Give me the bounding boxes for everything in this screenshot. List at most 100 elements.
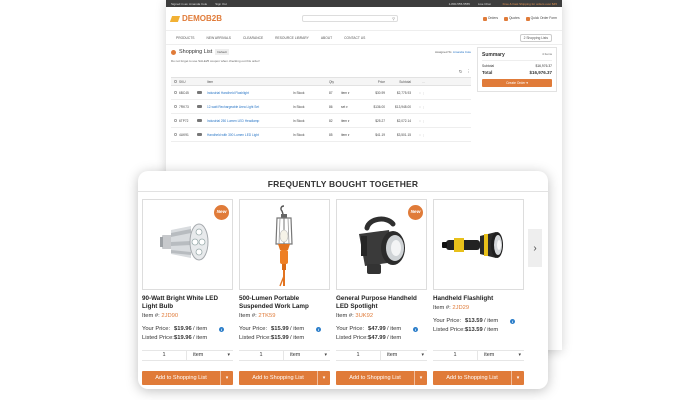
quantity-input[interactable]: 1 [142, 351, 186, 360]
product-name[interactable]: General Purpose Handheld LED Spotlight [336, 295, 427, 311]
row-subtotal: $3,501.15 [396, 132, 411, 137]
quick-order-link[interactable]: Quick Order Form [525, 16, 557, 21]
create-order-button[interactable]: Create Order ▾ [482, 79, 552, 87]
col-subtotal[interactable]: Subtotal [385, 80, 411, 84]
logo[interactable]: DEMO B2B [169, 14, 222, 23]
list-note: Do not forget to use SALE25 coupon when … [171, 59, 260, 63]
sign-out-link[interactable]: Sign Out [215, 2, 227, 6]
your-price: Your Price: $13.59/ item i [433, 318, 515, 324]
chevron-down-icon: ▾ [324, 352, 327, 358]
unit-select[interactable]: item ▾ [380, 351, 427, 360]
unit-select[interactable]: item ▾ [283, 351, 330, 360]
chevron-down-icon[interactable]: ▾ [414, 371, 427, 385]
product-card: New General Purpose Handheld LED Spotlig… [336, 199, 427, 389]
product-item-number: Item #: 2JD29 [433, 305, 470, 311]
chevron-down-icon[interactable]: ▾ [317, 371, 330, 385]
nav-about[interactable]: ABOUT [321, 36, 332, 40]
col-qty[interactable]: Qty [329, 80, 341, 84]
info-icon[interactable]: i [219, 326, 224, 332]
row-checkbox[interactable] [173, 132, 177, 136]
more-icon[interactable]: ⋮ [467, 69, 472, 75]
nav-new-arrivals[interactable]: NEW ARRIVALS [207, 36, 232, 40]
row-item-link[interactable]: Industrial 250 Lumen LED Headlamp [207, 119, 293, 123]
product-card: 500-Lumen Portable Suspended Work Lamp I… [239, 199, 330, 389]
col-price[interactable]: Price [363, 80, 385, 84]
product-name[interactable]: 500-Lumen Portable Suspended Work Lamp [239, 295, 330, 311]
total-label: Total [482, 70, 493, 75]
row-actions-icon[interactable]: ○ ⋮ [411, 119, 425, 123]
assigned-user-link[interactable]: Amanda Cole [453, 50, 471, 54]
info-icon[interactable]: i [316, 326, 321, 332]
nav-clearance[interactable]: CLEARANCE [243, 36, 263, 40]
product-name[interactable]: Handheld Flashlight [433, 295, 524, 303]
shopping-lists-button[interactable]: 2 Shopping Lists [519, 33, 552, 42]
nav-contact[interactable]: CONTACT US [344, 36, 365, 40]
product-image[interactable] [239, 199, 330, 290]
chevron-right-icon[interactable]: › [528, 229, 542, 267]
your-price: Your Price: $15.99/ item i [239, 326, 321, 332]
assigned-to: Assigned To: Amanda Cole [435, 50, 471, 54]
col-item[interactable]: Item [207, 80, 293, 84]
row-qty[interactable]: 85 [329, 133, 341, 137]
row-qty[interactable]: 86 [329, 105, 341, 109]
select-all-checkbox[interactable] [173, 79, 177, 83]
quotes-link[interactable]: Quotes [503, 16, 520, 21]
quantity-input[interactable]: 1 [433, 351, 477, 360]
signed-in-text: Signed in as: Amanda Cole [171, 1, 208, 6]
add-to-shopping-list-button[interactable]: Add to Shopping List ▾ [239, 371, 330, 385]
table-row: 7RK73 12-watt Rechargeable Area Light Se… [171, 100, 471, 114]
chevron-down-icon[interactable]: ▾ [511, 371, 524, 385]
row-stock: In Stock [293, 132, 305, 137]
columns-menu-icon[interactable]: ⋯ [411, 80, 425, 84]
row-checkbox[interactable] [173, 118, 177, 122]
row-actions-icon[interactable]: ○ ⋮ [411, 105, 425, 109]
unit-select[interactable]: item ▾ [477, 351, 524, 360]
chevron-down-icon: ▾ [421, 352, 424, 358]
product-name[interactable]: 90-Watt Bright White LED Light Bulb [142, 295, 233, 311]
row-item-link[interactable]: Industrial Handheld Flashlight [207, 91, 293, 95]
main-nav: PRODUCTS NEW ARRIVALS CLEARANCE RESOURCE… [166, 31, 562, 45]
page-title: Shopping List [179, 49, 213, 55]
row-item-link[interactable]: Handheld with 300 Lumen LED Light [207, 133, 293, 137]
refresh-icon[interactable]: ↻ [459, 69, 463, 75]
row-unit[interactable]: item ▾ [341, 133, 363, 137]
nav-products[interactable]: PRODUCTS [176, 36, 195, 40]
quantity-input[interactable]: 1 [336, 351, 380, 360]
row-unit[interactable]: item ▾ [341, 91, 363, 95]
col-sku[interactable]: SKU [179, 80, 197, 84]
chevron-down-icon[interactable]: ▾ [220, 371, 233, 385]
live-chat-link[interactable]: Live Chat [478, 2, 491, 6]
quantity-input[interactable]: 1 [239, 351, 283, 360]
site-header: DEMO B2B ⚲ Orders Quotes Quick Order Form [166, 7, 562, 31]
product-image[interactable]: New [142, 199, 233, 290]
back-icon[interactable] [171, 49, 176, 55]
row-unit[interactable]: item ▾ [341, 119, 363, 123]
row-actions-icon[interactable]: ○ ⋮ [411, 133, 425, 137]
row-actions-icon[interactable]: ○ ⋮ [411, 91, 425, 95]
search-input[interactable]: ⚲ [302, 15, 399, 22]
add-to-shopping-list-button[interactable]: Add to Shopping List ▾ [433, 371, 524, 385]
row-unit[interactable]: set ▾ [341, 105, 363, 109]
row-thumbnail [197, 132, 207, 137]
product-image[interactable] [433, 199, 524, 290]
nav-resource-library[interactable]: RESOURCE LIBRARY [275, 36, 309, 40]
quantity-row: 1 item ▾ [336, 350, 427, 361]
unit-select[interactable]: item ▾ [186, 351, 233, 360]
row-checkbox[interactable] [173, 90, 177, 94]
quantity-row: 1 item ▾ [239, 350, 330, 361]
row-item-link[interactable]: 12-watt Rechargeable Area Light Set [207, 105, 293, 109]
search-icon[interactable]: ⚲ [392, 16, 395, 21]
row-qty[interactable]: 87 [329, 91, 341, 95]
orders-link[interactable]: Orders [482, 16, 498, 21]
table-row: 6BC45 Industrial Handheld Flashlight In … [171, 86, 471, 100]
product-image[interactable]: New [336, 199, 427, 290]
default-badge: Default [215, 49, 229, 55]
product-item-number: Item #: 2TK59 [239, 313, 276, 319]
info-icon[interactable]: i [510, 318, 515, 324]
info-icon[interactable]: i [413, 326, 418, 332]
add-to-shopping-list-button[interactable]: Add to Shopping List ▾ [336, 371, 427, 385]
shopping-list-panel: Shopping List Default Assigned To: Amand… [171, 45, 471, 142]
row-checkbox[interactable] [173, 104, 177, 108]
add-to-shopping-list-button[interactable]: Add to Shopping List ▾ [142, 371, 233, 385]
row-qty[interactable]: 82 [329, 119, 341, 123]
